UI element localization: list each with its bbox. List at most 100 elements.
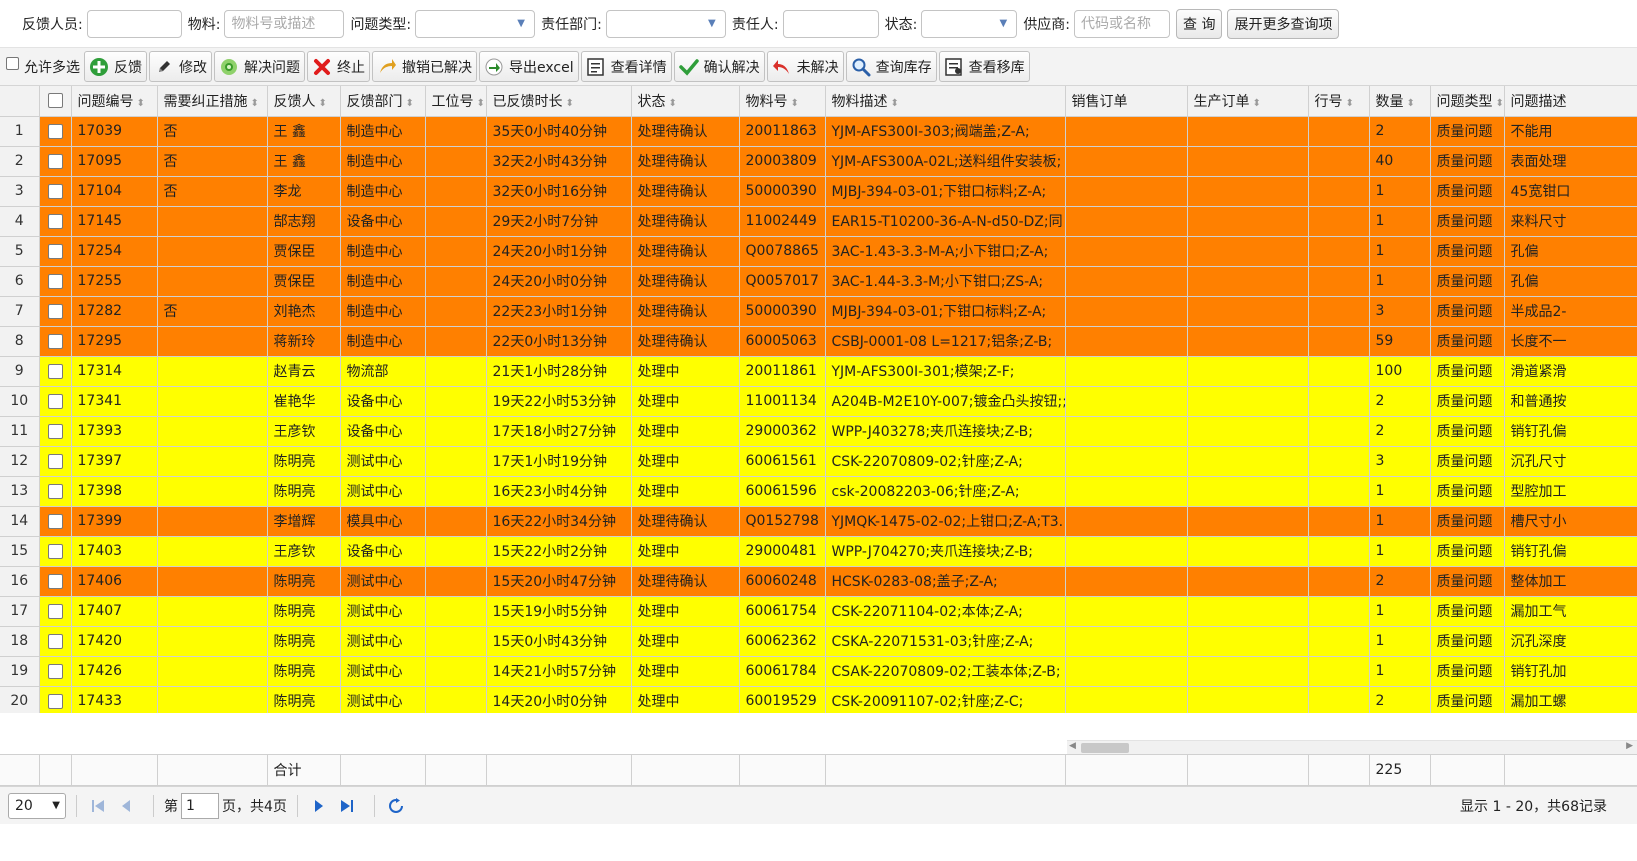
col-header-material-desc[interactable]: 物料描述 ⬍ bbox=[825, 86, 1066, 117]
table-row[interactable]: 5 17254 贾保臣 制造中心 24天20小时1分钟 处理待确认 Q0078865 3AC-… bbox=[0, 236, 1637, 267]
material-input[interactable] bbox=[224, 9, 345, 38]
table-row[interactable]: 2 17095 否王 鑫制造中心 32天2小时43分钟 处理待确认 20003809 YJM… bbox=[0, 146, 1637, 177]
row-checkbox[interactable] bbox=[47, 363, 63, 379]
row-checkbox[interactable] bbox=[47, 393, 63, 409]
resolve-button[interactable]: 解决问题 bbox=[214, 51, 305, 82]
row-checkbox[interactable] bbox=[47, 453, 63, 469]
row-checkbox-cell[interactable] bbox=[39, 356, 72, 387]
page-number-input[interactable]: 1 bbox=[181, 792, 219, 819]
table-row[interactable]: 14 17399 李增辉 模具中心 16天22小时34分钟 处理待确认 Q0152798 YJ… bbox=[0, 506, 1637, 537]
view-transfer-button[interactable]: 查看移库 bbox=[938, 51, 1030, 82]
query-stock-button[interactable]: 查询库存 bbox=[845, 51, 937, 82]
row-checkbox[interactable] bbox=[47, 333, 63, 349]
feedback-person-input[interactable] bbox=[86, 9, 182, 38]
expand-more-button[interactable]: 展开更多查询项 bbox=[1227, 8, 1340, 39]
next-page-icon[interactable] bbox=[308, 795, 330, 817]
col-header-id[interactable]: 问题编号 ⬍ bbox=[71, 86, 158, 117]
scroll-left-icon[interactable]: ◀ bbox=[1069, 741, 1076, 751]
row-checkbox[interactable] bbox=[47, 573, 63, 589]
multi-select-toggle[interactable]: 允许多选 bbox=[6, 57, 80, 77]
problem-type-select[interactable]: ▼ bbox=[415, 9, 536, 38]
row-checkbox[interactable] bbox=[47, 153, 63, 169]
row-checkbox-cell[interactable] bbox=[39, 326, 72, 357]
status-select[interactable]: ▼ bbox=[921, 9, 1018, 38]
edit-button[interactable]: 修改 bbox=[149, 51, 212, 82]
table-row[interactable]: 16 17406 陈明亮 测试中心 15天20小时47分钟 处理待确认 60060248 HC… bbox=[0, 566, 1637, 597]
scrollbar-thumb[interactable] bbox=[1081, 743, 1129, 753]
col-header-problem-desc[interactable]: 问题描述 bbox=[1504, 86, 1637, 117]
row-checkbox-cell[interactable] bbox=[39, 536, 72, 567]
row-checkbox-cell[interactable] bbox=[39, 686, 72, 717]
export-excel-button[interactable]: 导出excel bbox=[479, 51, 579, 82]
revoke-resolved-button[interactable]: 撤销已解决 bbox=[372, 51, 477, 82]
feedback-button[interactable]: 反馈 bbox=[84, 51, 147, 82]
horizontal-scrollbar[interactable]: ◀ ▶ bbox=[1067, 740, 1637, 754]
table-row[interactable]: 18 17420 陈明亮 测试中心 15天0小时43分钟 处理中 60062362 CSKA-… bbox=[0, 626, 1637, 657]
table-row[interactable]: 19 17426 陈明亮 测试中心 14天21小时57分钟 处理中 60061784 CSAK… bbox=[0, 656, 1637, 687]
row-checkbox[interactable] bbox=[47, 543, 63, 559]
row-checkbox[interactable] bbox=[47, 183, 63, 199]
col-header-sales-order[interactable]: 销售订单 bbox=[1065, 86, 1188, 117]
table-row[interactable]: 8 17295 蒋新玲 制造中心 22天0小时13分钟 处理待确认 60005063 CSBJ… bbox=[0, 326, 1637, 357]
row-checkbox-cell[interactable] bbox=[39, 626, 72, 657]
row-checkbox-cell[interactable] bbox=[39, 596, 72, 627]
select-all-header[interactable] bbox=[39, 86, 72, 117]
unresolved-button[interactable]: 未解决 bbox=[766, 51, 844, 82]
col-header-duration[interactable]: 已反馈时长 ⬍ bbox=[486, 86, 632, 117]
row-checkbox[interactable] bbox=[47, 243, 63, 259]
row-checkbox[interactable] bbox=[47, 693, 63, 709]
row-checkbox[interactable] bbox=[47, 603, 63, 619]
responsible-input[interactable] bbox=[782, 9, 879, 38]
row-checkbox[interactable] bbox=[47, 213, 63, 229]
row-checkbox-cell[interactable] bbox=[39, 176, 72, 207]
supplier-input[interactable] bbox=[1074, 9, 1171, 38]
row-checkbox-cell[interactable] bbox=[39, 296, 72, 327]
col-header-corrective[interactable]: 需要纠正措施 ⬍ bbox=[157, 86, 268, 117]
table-row[interactable]: 1 17039 否王 鑫制造中心 35天0小时40分钟 处理待确认 20011863 YJM… bbox=[0, 116, 1637, 147]
multi-select-checkbox[interactable] bbox=[6, 57, 19, 70]
row-checkbox-cell[interactable] bbox=[39, 116, 72, 147]
confirm-resolve-button[interactable]: 确认解决 bbox=[673, 51, 765, 82]
scroll-right-icon[interactable]: ▶ bbox=[1626, 741, 1633, 751]
row-checkbox[interactable] bbox=[47, 633, 63, 649]
col-header-material[interactable]: 物料号 ⬍ bbox=[739, 86, 826, 117]
row-checkbox[interactable] bbox=[47, 123, 63, 139]
table-row[interactable]: 10 17341 崔艳华 设备中心 19天22小时53分钟 处理中 11001134 A204… bbox=[0, 386, 1637, 417]
row-checkbox-cell[interactable] bbox=[39, 446, 72, 477]
row-checkbox[interactable] bbox=[47, 483, 63, 499]
col-header-person[interactable]: 反馈人 ⬍ bbox=[267, 86, 341, 117]
table-row[interactable]: 6 17255 贾保臣 制造中心 24天20小时0分钟 处理待确认 Q0057017 3AC-… bbox=[0, 266, 1637, 297]
row-checkbox-cell[interactable] bbox=[39, 476, 72, 507]
col-header-station[interactable]: 工位号 ⬍ bbox=[425, 86, 487, 117]
row-checkbox[interactable] bbox=[47, 663, 63, 679]
row-checkbox-cell[interactable] bbox=[39, 566, 72, 597]
table-row[interactable]: 7 17282 否刘艳杰 制造中心 22天23小时1分钟 处理待确认 50000390 MJB… bbox=[0, 296, 1637, 327]
row-checkbox-cell[interactable] bbox=[39, 506, 72, 537]
col-header-problem-type[interactable]: 问题类型 ⬍ bbox=[1430, 86, 1505, 117]
table-row[interactable]: 20 17433 陈明亮 测试中心 14天20小时0分钟 处理中 60019529 CSK-2… bbox=[0, 686, 1637, 717]
table-row[interactable]: 4 17145 郜志翔 设备中心 29天2小时7分钟 处理待确认 11002449 EAR15… bbox=[0, 206, 1637, 237]
row-checkbox[interactable] bbox=[47, 513, 63, 529]
first-page-icon[interactable] bbox=[87, 795, 109, 817]
row-checkbox[interactable] bbox=[47, 303, 63, 319]
col-header-production-order[interactable]: 生产订单 ⬍ bbox=[1187, 86, 1309, 117]
row-checkbox-cell[interactable] bbox=[39, 386, 72, 417]
row-checkbox-cell[interactable] bbox=[39, 266, 72, 297]
table-row[interactable]: 9 17314 赵青云 物流部 21天1小时28分钟 处理中 20011861 YJM-AFS… bbox=[0, 356, 1637, 387]
page-size-select[interactable]: 20 ▼ bbox=[8, 792, 66, 819]
dept-select[interactable]: ▼ bbox=[605, 9, 726, 38]
table-row[interactable]: 3 17104 否李龙 制造中心 32天0小时16分钟 处理待确认 50000390 MJBJ… bbox=[0, 176, 1637, 207]
col-header-line[interactable]: 行号 ⬍ bbox=[1308, 86, 1370, 117]
row-checkbox-cell[interactable] bbox=[39, 236, 72, 267]
col-header-dept[interactable]: 反馈部门 ⬍ bbox=[340, 86, 426, 117]
row-checkbox-cell[interactable] bbox=[39, 416, 72, 447]
refresh-icon[interactable] bbox=[385, 795, 407, 817]
row-checkbox[interactable] bbox=[47, 273, 63, 289]
table-row[interactable]: 11 17393 王彦钦 设备中心 17天18小时27分钟 处理中 29000362 WPP-… bbox=[0, 416, 1637, 447]
col-header-qty[interactable]: 数量 ⬍ bbox=[1369, 86, 1431, 117]
table-row[interactable]: 13 17398 陈明亮 测试中心 16天23小时4分钟 处理中 60061596 csk-2… bbox=[0, 476, 1637, 507]
view-detail-button[interactable]: 查看详情 bbox=[580, 51, 672, 82]
table-row[interactable]: 17 17407 陈明亮 测试中心 15天19小时5分钟 处理中 60061754 CSK-2… bbox=[0, 596, 1637, 627]
last-page-icon[interactable] bbox=[336, 795, 358, 817]
select-all-checkbox[interactable] bbox=[47, 93, 63, 109]
